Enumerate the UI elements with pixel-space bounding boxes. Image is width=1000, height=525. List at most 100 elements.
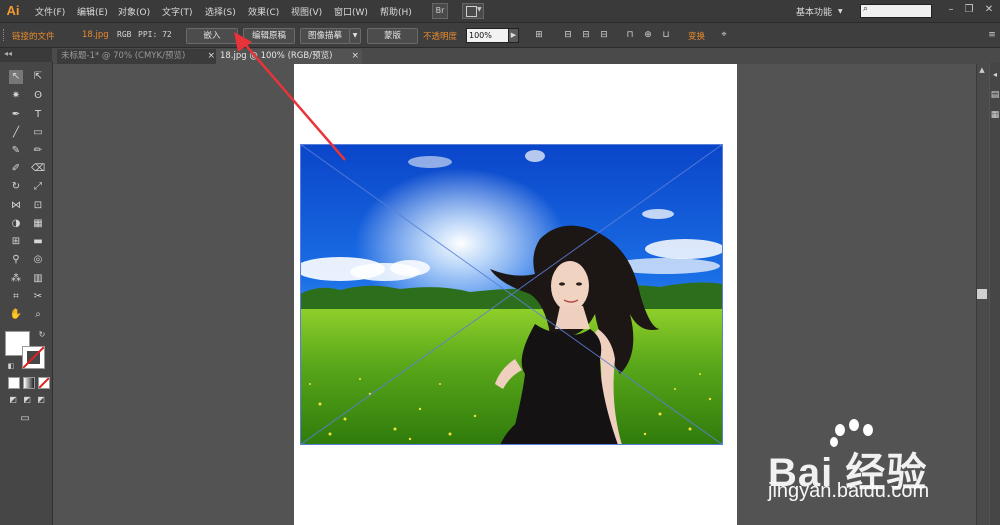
- baidu-paw-logo: [826, 418, 882, 468]
- workspace-switcher[interactable]: 基本功能: [796, 5, 832, 18]
- chevron-down-icon: ▼: [477, 6, 482, 13]
- tab-label: 未标题-1* @ 70% (CMYK/预览): [61, 51, 186, 61]
- eraser-tool-icon[interactable]: ⌫: [31, 162, 45, 176]
- linked-file-link[interactable]: 链接的文件: [12, 30, 55, 42]
- width-tool-icon[interactable]: ⋈: [9, 199, 23, 213]
- search-icon: ⌕: [863, 4, 869, 14]
- gradient-tool-icon[interactable]: ▬: [31, 235, 45, 249]
- color-mode-label: RGB: [117, 30, 132, 39]
- draw-behind-icon[interactable]: ◩: [20, 393, 34, 407]
- image-trace-dropdown-icon[interactable]: ▼: [349, 28, 361, 44]
- magic-wand-tool-icon[interactable]: ✷: [9, 89, 23, 103]
- toolbar-header[interactable]: ◂◂: [0, 48, 52, 62]
- filename-link[interactable]: 18.jpg: [82, 30, 109, 40]
- arrange-documents-button[interactable]: ▼: [462, 3, 484, 19]
- none-mode-icon[interactable]: [38, 377, 50, 389]
- menu-select[interactable]: 选择(S): [205, 5, 236, 18]
- collapsed-panels-dock: ◂ ▤ ▦: [990, 62, 1000, 525]
- menu-window[interactable]: 窗口(W): [334, 5, 368, 18]
- menu-edit[interactable]: 编辑(E): [77, 5, 108, 18]
- tab-close-icon[interactable]: ×: [351, 49, 359, 64]
- direct-selection-tool-icon[interactable]: ⇱: [31, 70, 45, 84]
- edit-original-button[interactable]: 编辑原稿: [243, 28, 295, 44]
- tab-18-jpg[interactable]: 18.jpg @ 100% (RGB/预览) ×: [216, 49, 362, 64]
- none-stroke-icon: [23, 347, 44, 368]
- align-left-icon[interactable]: ⊟: [562, 29, 574, 41]
- menu-effect[interactable]: 效果(C): [248, 5, 279, 18]
- hand-tool-icon[interactable]: ✋: [9, 308, 23, 322]
- workspace-chevron-icon[interactable]: ▼: [838, 8, 843, 15]
- blend-tool-icon[interactable]: ◎: [31, 253, 45, 267]
- mask-button[interactable]: 蒙版: [367, 28, 418, 44]
- artboard-tool-icon[interactable]: ⌗: [9, 290, 23, 304]
- swatches-panel-icon[interactable]: ▦: [988, 108, 1000, 122]
- default-colors-icon[interactable]: ◧: [4, 359, 18, 373]
- menu-help[interactable]: 帮助(H): [380, 5, 412, 18]
- control-bar: 链接的文件 18.jpg RGB PPI: 72 嵌入 编辑原稿 图像描摹 ▼ …: [0, 23, 1000, 48]
- color-mode-icon[interactable]: [8, 377, 20, 389]
- scroll-up-icon[interactable]: ▲: [977, 65, 987, 75]
- shape-builder-tool-icon[interactable]: ◑: [9, 217, 23, 231]
- screen-mode-icon[interactable]: ▭: [18, 412, 32, 426]
- type-tool-icon[interactable]: T: [31, 108, 45, 122]
- graph-tool-icon[interactable]: ▥: [31, 272, 45, 286]
- perspective-grid-tool-icon[interactable]: ▦: [31, 217, 45, 231]
- close-icon[interactable]: ✕: [982, 3, 996, 17]
- menu-file[interactable]: 文件(F): [35, 5, 65, 18]
- align-center-icon[interactable]: ⊟: [580, 29, 592, 41]
- opacity-label[interactable]: 不透明度: [423, 30, 457, 42]
- selection-tool-icon[interactable]: ↖: [9, 70, 23, 84]
- search-input[interactable]: ⌕: [860, 4, 932, 18]
- opacity-dropdown-icon[interactable]: ▶: [508, 28, 519, 43]
- lasso-tool-icon[interactable]: ʘ: [31, 89, 45, 103]
- menu-view[interactable]: 视图(V): [291, 5, 322, 18]
- transform-link[interactable]: 变换: [688, 30, 705, 42]
- eyedropper-tool-icon[interactable]: ⚲: [9, 253, 23, 267]
- restore-icon[interactable]: ❐: [962, 3, 976, 17]
- bridge-button[interactable]: Br: [432, 3, 448, 19]
- collapse-panel-icon[interactable]: ◂◂: [4, 49, 12, 58]
- tab-close-icon[interactable]: ×: [207, 49, 215, 64]
- free-transform-tool-icon[interactable]: ⊡: [31, 199, 45, 213]
- gradient-mode-icon[interactable]: [23, 377, 35, 389]
- draw-normal-icon[interactable]: ◩: [6, 393, 20, 407]
- stroke-color-swatch[interactable]: [22, 346, 45, 369]
- minimize-icon[interactable]: –: [944, 3, 958, 17]
- align-bottom-icon[interactable]: ⊔: [660, 29, 672, 41]
- line-tool-icon[interactable]: ╱: [9, 126, 23, 140]
- embed-button[interactable]: 嵌入: [186, 28, 238, 44]
- document-tab-bar: 未标题-1* @ 70% (CMYK/预览) × 18.jpg @ 100% (…: [0, 48, 1000, 64]
- menu-type[interactable]: 文字(T): [162, 5, 193, 18]
- align-middle-icon[interactable]: ⊕: [642, 29, 654, 41]
- align-options-icon[interactable]: ⊞: [533, 29, 545, 41]
- expand-panels-icon[interactable]: ◂: [988, 68, 1000, 82]
- scrollbar-thumb[interactable]: [977, 289, 987, 299]
- zoom-tool-icon[interactable]: ⌕: [31, 308, 45, 322]
- slice-tool-icon[interactable]: ✂: [31, 290, 45, 304]
- tab-label: 18.jpg @ 100% (RGB/预览): [220, 51, 333, 61]
- menu-object[interactable]: 对象(O): [118, 5, 150, 18]
- pen-tool-icon[interactable]: ✒: [9, 108, 23, 122]
- image-trace-button[interactable]: 图像描摹: [300, 28, 350, 44]
- scale-tool-icon[interactable]: ⤢: [31, 180, 45, 194]
- isolate-icon[interactable]: ⌖: [718, 29, 730, 41]
- opacity-input[interactable]: 100%: [466, 28, 510, 43]
- ppi-label: PPI: 72: [138, 30, 172, 39]
- rotate-tool-icon[interactable]: ↻: [9, 180, 23, 194]
- color-panel-icon[interactable]: ▤: [988, 88, 1000, 102]
- blob-brush-tool-icon[interactable]: ✐: [9, 162, 23, 176]
- watermark-brand: Bai 经验: [768, 451, 928, 495]
- paintbrush-tool-icon[interactable]: ✎: [9, 144, 23, 158]
- tools-panel: ↖ ⇱ ✷ ʘ ✒ T ╱ ▭ ✎ ✏ ✐ ⌫ ↻ ⤢ ⋈ ⊡ ◑ ▦ ⊞ ▬ …: [0, 62, 53, 525]
- align-right-icon[interactable]: ⊟: [598, 29, 610, 41]
- swap-fill-stroke-icon[interactable]: ↻: [35, 328, 49, 342]
- align-top-icon[interactable]: ⊓: [624, 29, 636, 41]
- draw-inside-icon[interactable]: ◩: [34, 393, 48, 407]
- rectangle-tool-icon[interactable]: ▭: [31, 126, 45, 140]
- symbol-sprayer-tool-icon[interactable]: ⁂: [9, 272, 23, 286]
- mesh-tool-icon[interactable]: ⊞: [9, 235, 23, 249]
- control-menu-icon[interactable]: ≡: [986, 29, 998, 41]
- tab-untitled-1[interactable]: 未标题-1* @ 70% (CMYK/预览) ×: [57, 49, 218, 64]
- placed-image[interactable]: [300, 144, 723, 445]
- pencil-tool-icon[interactable]: ✏: [31, 144, 45, 158]
